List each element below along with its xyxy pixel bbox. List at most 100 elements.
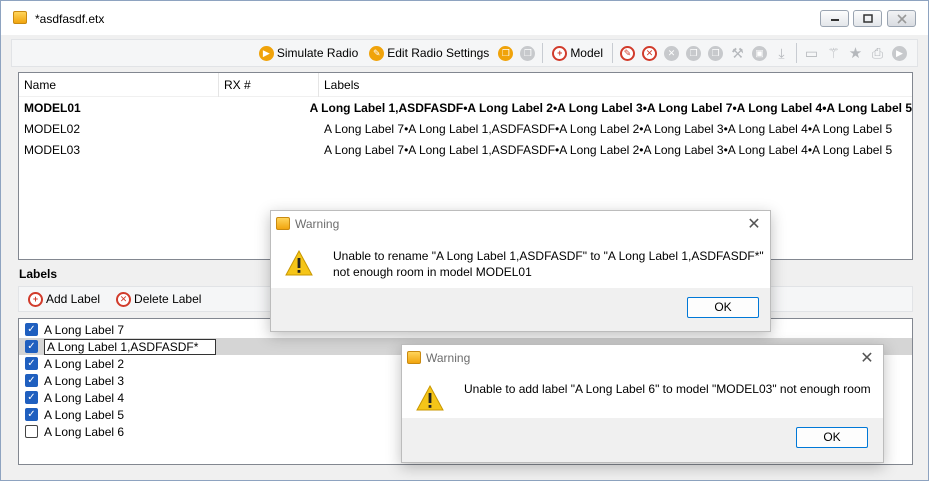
ok-button[interactable]: OK [796,427,868,448]
ok-button[interactable]: OK [687,297,759,318]
label-checkbox[interactable] [25,425,38,438]
list-item[interactable]: ✓ A Long Label 5 [25,406,124,423]
dialog-title-bar: Warning ✕ [402,345,883,371]
warning-icon [416,384,444,411]
paste-icon: ❐ [520,45,536,61]
model-labels: A Long Label 1,ASDFASDF•A Long Label 2•A… [309,101,912,115]
play-icon: ▶ [258,45,274,61]
save-icon: ▣ [752,45,767,61]
minimize-button[interactable] [820,10,849,27]
tools-button[interactable]: ⚒ [728,44,747,63]
list-item[interactable]: A Long Label 6 [25,423,124,440]
cancel-button[interactable]: ✕ [662,44,681,63]
close-window-button[interactable] [887,10,916,27]
dialog-message: Unable to add label "A Long Label 6" to … [464,382,871,396]
model-rx [219,119,319,140]
label-text: A Long Label 2 [44,356,125,371]
model-labels: A Long Label 7•A Long Label 1,ASDFASDF•A… [324,143,893,157]
label-checkbox[interactable]: ✓ [25,408,38,421]
label-text: A Long Label 5 [44,407,125,422]
label-text: A Long Label 3 [44,373,125,388]
download-button[interactable]: ⤓ [772,44,791,63]
printer-icon: ⎙ [871,44,884,61]
model-labels: A Long Label 7•A Long Label 1,ASDFASDF•A… [324,122,893,136]
model-name: MODEL01 [24,101,81,115]
maximize-icon [862,14,873,23]
dialog-close-button[interactable]: ✕ [746,214,762,234]
add-label-warning-dialog: Warning ✕ Unable to add label "A Long La… [401,344,884,463]
add-icon: + [552,45,568,61]
maximize-button[interactable] [853,10,882,27]
document-button[interactable]: ▭ [802,44,821,63]
dialog-title: Warning [426,351,471,365]
dialog-close-button[interactable]: ✕ [859,348,875,368]
model-rx [209,98,304,119]
label-checkbox[interactable]: ✓ [25,391,38,404]
cancel-icon: ✕ [664,45,679,61]
copy-icon: ❐ [498,45,514,61]
add-label-button[interactable]: + Add Label [24,288,104,310]
list-item[interactable]: ✓ A Long Label 7 [25,321,124,338]
favorite-button[interactable]: ★ [846,44,865,63]
dialog-title-bar: Warning ✕ [271,211,770,237]
paste-model-button[interactable]: ❐ [706,44,725,63]
add-model-button[interactable]: + Model [548,42,607,64]
run-button[interactable]: ▶ [890,44,909,63]
paste-icon: ❐ [708,45,723,61]
delete-label-text: Delete Label [134,292,202,306]
label-checkbox[interactable]: ✓ [25,374,38,387]
edit-model-button[interactable]: ✎ [618,44,637,63]
label-checkbox[interactable]: ✓ [25,357,38,370]
list-item[interactable]: ✓ A Long Label 4 [25,389,124,406]
rename-warning-dialog: Warning ✕ Unable to rename "A Long Label… [270,210,771,332]
toolbar-separator [796,43,797,63]
add-icon: + [28,291,43,307]
copy-icon: ❐ [686,45,701,61]
copy-radio-button[interactable]: ❐ [496,44,515,63]
column-header-rx[interactable]: RX # [219,73,319,97]
play-icon: ▶ [892,45,907,61]
list-item[interactable]: ✓ A Long Label 2 [25,355,124,372]
save-button[interactable]: ▣ [750,44,769,63]
add-model-label: Model [570,46,603,60]
edit-radio-settings-button[interactable]: ✎ Edit Radio Settings [365,42,493,64]
pencil-icon: ✎ [369,45,385,61]
labels-section-title: Labels [19,267,58,281]
list-item[interactable]: ✓ A Long Label 1,ASDFASDF* [25,338,216,355]
table-row[interactable]: MODEL02 A Long Label 7•A Long Label 1,AS… [19,119,912,140]
document-icon: ▭ [804,44,819,61]
folder-icon [13,11,27,24]
label-text: A Long Label 6 [44,424,125,439]
download-icon: ⤓ [778,44,785,61]
copy-model-button[interactable]: ❐ [684,44,703,63]
model-name: MODEL02 [24,122,81,136]
delete-model-button[interactable]: ✕ [640,44,659,63]
label-checkbox[interactable]: ✓ [25,340,38,353]
column-header-name[interactable]: Name [19,73,219,97]
main-toolbar: ▶ Simulate Radio ✎ Edit Radio Settings ❐… [11,39,918,67]
simulate-radio-button[interactable]: ▶ Simulate Radio [255,42,362,64]
warning-icon [285,249,313,276]
edit-radio-settings-label: Edit Radio Settings [387,46,490,60]
list-item[interactable]: ✓ A Long Label 3 [25,372,124,389]
minimize-icon [830,18,839,21]
delete-icon: ✕ [642,45,657,61]
wrench-icon: ⚒ [731,44,744,61]
model-rx [219,140,319,161]
title-bar: *asdfasdf.etx [1,1,928,35]
toolbar-separator [542,43,544,63]
delete-icon: ✕ [116,291,132,307]
column-header-labels[interactable]: Labels [319,73,912,97]
paste-radio-button[interactable]: ❐ [518,44,537,63]
label-checkbox[interactable]: ✓ [25,323,38,336]
table-row[interactable]: MODEL01 A Long Label 1,ASDFASDF•A Long L… [19,98,912,119]
print-button[interactable]: ⎙ [868,44,887,63]
dialog-message-line2: not enough room in model MODEL01 [333,265,532,279]
label-rename-input[interactable]: A Long Label 1,ASDFASDF* [44,338,216,355]
table-row[interactable]: MODEL03 A Long Label 7•A Long Label 1,AS… [19,140,912,161]
label-text: A Long Label 4 [44,390,125,405]
folder-icon [407,351,421,364]
wand-button[interactable]: ⚚ [824,44,843,63]
window-title: *asdfasdf.etx [35,12,105,26]
delete-label-button[interactable]: ✕ Delete Label [112,288,205,310]
